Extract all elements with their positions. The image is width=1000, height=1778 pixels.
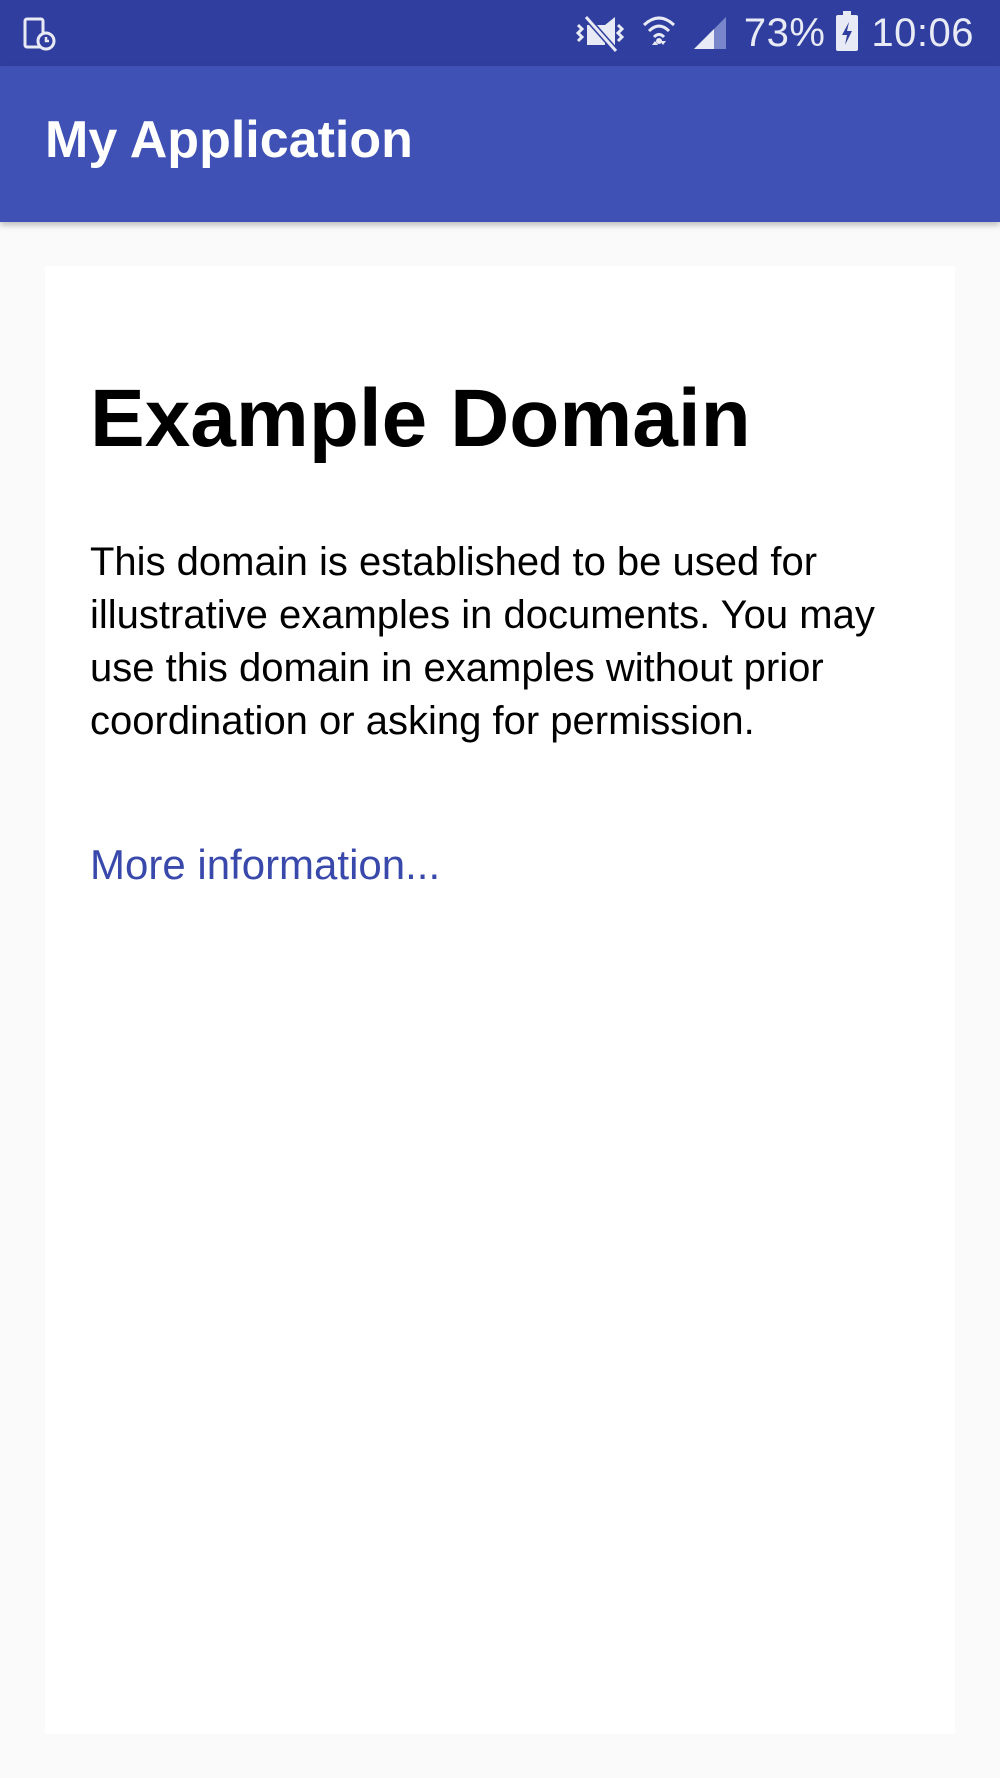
description-paragraph: This domain is established to be used fo…	[90, 540, 875, 743]
vibrate-mute-icon	[574, 13, 626, 53]
app-toolbar: My Application	[0, 66, 1000, 222]
webview-content[interactable]: Example Domain This domain is establishe…	[45, 266, 955, 1734]
app-title: My Application	[45, 111, 413, 169]
more-information-link[interactable]: More information...	[90, 841, 440, 889]
battery-charging-icon	[835, 10, 859, 57]
status-indicators: 73% 10:06	[574, 0, 974, 66]
page-heading: Example Domain	[90, 373, 751, 464]
status-bar: 73% 10:06	[0, 0, 1000, 66]
battery-percent: 73%	[743, 10, 826, 55]
screen-recorder-icon	[22, 16, 58, 52]
wifi-icon	[642, 13, 676, 53]
clock: 10:06	[871, 10, 974, 55]
signal-icon	[692, 15, 728, 51]
